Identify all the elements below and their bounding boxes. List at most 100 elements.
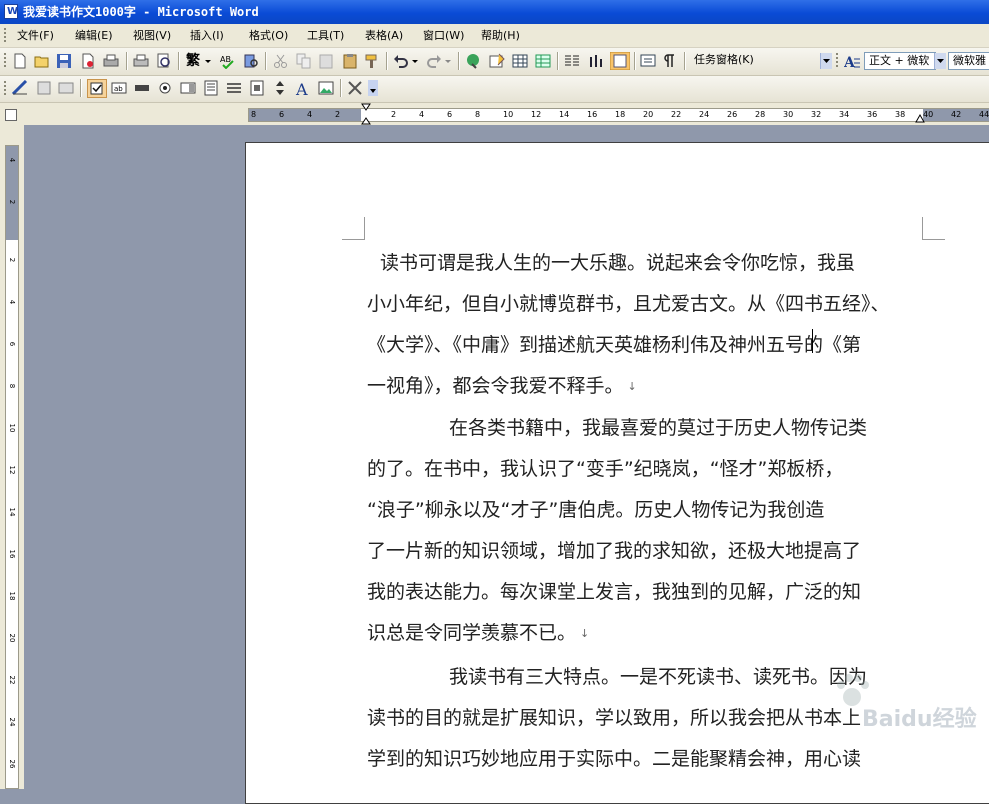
insert-excel-icon[interactable] bbox=[535, 53, 551, 69]
menu-file[interactable]: 文件(F) bbox=[17, 29, 54, 43]
print-icon[interactable] bbox=[103, 53, 119, 69]
menu-table[interactable]: 表格(A) bbox=[365, 29, 403, 43]
ruler-tool-icon[interactable] bbox=[12, 80, 28, 96]
standard-toolbar: 繁 AB 任务窗格(K) A 正文 + 微软 微软雅 bbox=[0, 48, 989, 76]
chevron-down-icon[interactable] bbox=[368, 80, 378, 96]
menu-grip[interactable] bbox=[4, 28, 7, 42]
image-icon[interactable] bbox=[318, 80, 334, 96]
toolbar-grip[interactable] bbox=[4, 53, 7, 69]
clipboard-icon[interactable] bbox=[342, 53, 358, 69]
text-line: “浪子”柳永以及“才子”唐伯虎。历史人物传记为我创造 bbox=[367, 499, 825, 521]
indent-marker-icon[interactable] bbox=[361, 103, 371, 125]
svg-text:AB: AB bbox=[220, 55, 231, 64]
vertical-ruler-tick-label: 18 bbox=[8, 591, 16, 601]
tools-icon[interactable] bbox=[347, 80, 363, 96]
scrollbar-icon[interactable] bbox=[249, 80, 265, 96]
ruler-tick-label: 24 bbox=[699, 110, 710, 119]
listbox-icon[interactable] bbox=[180, 80, 196, 96]
spelling-icon[interactable]: AB bbox=[219, 53, 235, 69]
ruler-tick-label: 6 bbox=[447, 110, 453, 119]
permission-icon[interactable] bbox=[80, 53, 96, 69]
checkbox-icon[interactable] bbox=[87, 79, 107, 98]
right-indent-marker-icon[interactable] bbox=[915, 113, 925, 123]
paragraph-mark: ↓ bbox=[580, 627, 590, 640]
read-icon[interactable] bbox=[640, 53, 656, 69]
redo-icon[interactable] bbox=[426, 53, 442, 69]
new-icon[interactable] bbox=[12, 53, 28, 69]
traditional-conversion-button[interactable]: 繁 bbox=[186, 52, 202, 69]
spin-icon[interactable] bbox=[272, 80, 288, 96]
tables-borders-icon[interactable] bbox=[489, 53, 505, 69]
document-page[interactable]: 读书可谓是我人生的一大乐趣。说起来会令你吃惊，我虽 小小年纪，但自小就博览群书，… bbox=[245, 142, 989, 804]
protect-icon[interactable] bbox=[36, 80, 52, 96]
undo-icon[interactable] bbox=[393, 53, 409, 69]
radio-icon[interactable] bbox=[157, 80, 173, 96]
ruler-tick-label: 22 bbox=[671, 110, 682, 119]
chevron-down-icon[interactable] bbox=[444, 53, 452, 69]
insert-table-icon[interactable] bbox=[512, 53, 528, 69]
vertical-ruler-tick-label: 14 bbox=[8, 507, 16, 517]
toolbar-separator bbox=[80, 79, 82, 97]
print-preview-icon[interactable] bbox=[156, 53, 172, 69]
text-cursor bbox=[812, 329, 813, 353]
style-dropdown[interactable] bbox=[934, 53, 946, 69]
menu-format[interactable]: 格式(O) bbox=[249, 29, 288, 43]
textbox-icon[interactable]: ab bbox=[111, 80, 127, 96]
task-pane-dropdown[interactable] bbox=[820, 53, 832, 69]
chevron-down-icon[interactable] bbox=[204, 53, 212, 69]
table-icon[interactable] bbox=[226, 80, 242, 96]
paragraph-2[interactable]: 在各类书籍中，我最喜爱的莫过于历史人物传记类 的了。在书中，我认识了“变手”纪晓… bbox=[367, 408, 920, 654]
ruler-tick-label: 20 bbox=[643, 110, 654, 119]
cut-icon[interactable] bbox=[273, 53, 289, 69]
vertical-ruler-tick-label: 10 bbox=[8, 423, 16, 433]
paste-icon[interactable] bbox=[318, 53, 334, 69]
toolbar-grip[interactable] bbox=[4, 81, 7, 97]
vertical-ruler-tick-label: 2 bbox=[8, 257, 16, 263]
styles-formatting-icon[interactable]: A bbox=[844, 53, 860, 69]
svg-text:A: A bbox=[295, 80, 308, 96]
menu-insert[interactable]: 插入(I) bbox=[190, 29, 224, 43]
menu-window[interactable]: 窗口(W) bbox=[423, 29, 464, 43]
ruler-tick-label: 18 bbox=[615, 110, 626, 119]
frame-icon[interactable] bbox=[203, 80, 219, 96]
chevron-down-icon[interactable] bbox=[411, 53, 419, 69]
task-pane-label[interactable]: 任务窗格(K) bbox=[690, 52, 820, 70]
hyperlink-icon[interactable] bbox=[466, 53, 482, 69]
paragraph-1[interactable]: 读书可谓是我人生的一大乐趣。说起来会令你吃惊，我虽 小小年纪，但自小就博览群书，… bbox=[367, 243, 920, 407]
menu-help[interactable]: 帮助(H) bbox=[481, 29, 520, 43]
ruler-tick-label: 30 bbox=[783, 110, 794, 119]
ruler-tick-label: 44 bbox=[979, 110, 989, 119]
word-app-icon[interactable]: W bbox=[4, 4, 18, 19]
tab-selector[interactable] bbox=[5, 109, 17, 121]
ruler-strip: 8 6 4 2 2 4 6 8 10 12 14 16 18 20 22 24 26 28 30 32 34 36 38 40… bbox=[248, 108, 989, 122]
columns-icon[interactable] bbox=[564, 53, 580, 69]
menu-view[interactable]: 视图(V) bbox=[133, 29, 171, 43]
show-hide-icon[interactable] bbox=[662, 53, 678, 69]
copy-icon[interactable] bbox=[296, 53, 312, 69]
horizontal-ruler[interactable]: 8 6 4 2 2 4 6 8 10 12 14 16 18 20 22 24 26 28 30 32 34 36 38 40… bbox=[0, 103, 989, 125]
research-icon[interactable] bbox=[243, 53, 259, 69]
vertical-ruler-tick-label: 12 bbox=[8, 465, 16, 475]
document-map-icon[interactable] bbox=[610, 52, 630, 70]
open-icon[interactable] bbox=[34, 53, 50, 69]
font-select[interactable]: 微软雅 bbox=[948, 52, 989, 70]
print-icon[interactable] bbox=[133, 53, 149, 69]
format-painter-icon[interactable] bbox=[364, 53, 380, 69]
window-title: 我爱读书作文1000字 - Microsoft Word bbox=[23, 5, 259, 19]
form-fields-icon[interactable] bbox=[58, 80, 74, 96]
drawing-icon[interactable] bbox=[588, 53, 604, 69]
vertical-ruler[interactable]: 4 2 2 4 6 8 10 12 14 16 18 20 22 24 26 bbox=[0, 125, 24, 789]
vertical-ruler-tick-label: 2 bbox=[8, 199, 16, 205]
text-line: 读书可谓是我人生的一大乐趣。说起来会令你吃惊，我虽 bbox=[380, 252, 856, 274]
vertical-ruler-tick-label: 26 bbox=[8, 759, 16, 769]
save-icon[interactable] bbox=[56, 53, 72, 69]
menu-tools[interactable]: 工具(T) bbox=[307, 29, 344, 43]
menu-edit[interactable]: 编辑(E) bbox=[75, 29, 113, 43]
combobox-icon[interactable] bbox=[134, 80, 150, 96]
forms-toolbar: ab A bbox=[0, 76, 989, 103]
vertical-ruler-tick-label: 4 bbox=[8, 299, 16, 305]
label-icon[interactable]: A bbox=[295, 80, 311, 96]
ruler-tick-label: 6 bbox=[279, 110, 285, 119]
style-select[interactable]: 正文 + 微软 bbox=[864, 52, 936, 70]
toolbar-grip[interactable] bbox=[836, 53, 839, 69]
